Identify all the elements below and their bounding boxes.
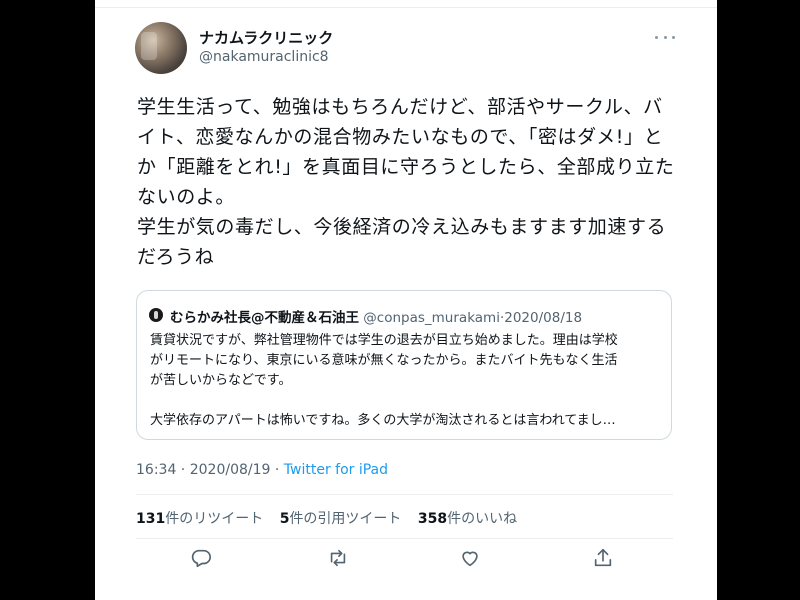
likes-stat[interactable]: 358件のいいね [418, 511, 517, 527]
share-button[interactable] [592, 547, 616, 571]
top-divider [95, 7, 717, 8]
tweet-text-line: イト、恋愛なんかの混合物みたいなもので、「密はダメ!」と [137, 126, 664, 148]
quoted-author-handle: @conpas_murakami [363, 310, 500, 326]
quoted-avatar [149, 308, 163, 322]
quotes-stat[interactable]: 5件の引用ツイート [280, 511, 402, 527]
quoted-text-line: がリモートになり、東京にいる意味が無くなったから。またバイト先もなく生活 [150, 353, 618, 368]
retweets-count: 131 [136, 511, 166, 527]
quoted-header: むらかみ社長@不動産＆石油王 @conpas_murakami·2020/08/… [170, 306, 582, 326]
likes-count: 358 [417, 511, 448, 527]
divider [136, 494, 673, 495]
reply-button[interactable] [190, 547, 214, 571]
tweet-text-line: 学生生活って、勉強はもちろんだけど、部活やサークル、バ [137, 96, 663, 118]
author-display-name[interactable]: ナカムラクリニック [199, 27, 333, 48]
quoted-author-name: むらかみ社長@不動産＆石油王 [170, 310, 359, 326]
tweet-card: ナカムラクリニック @nakamuraclinic8 学生生活って、勉強はもちろ… [95, 0, 717, 600]
meta-separator: · [270, 462, 284, 478]
tweet-date[interactable]: 2020/08/19 [190, 462, 271, 478]
tweet-text-line: ないのよ。 [137, 186, 236, 208]
avatar[interactable] [135, 22, 187, 74]
tweet-source-link[interactable]: Twitter for iPad [284, 462, 388, 478]
tweet-text-line: か「距離をとれ!」を真面目に守ろうとしたら、全部成り立た [137, 156, 675, 178]
quoted-date: 2020/08/18 [504, 310, 583, 326]
quotes-label: 件の引用ツイート [289, 511, 402, 527]
tweet-text-line: だろうね [137, 246, 215, 268]
share-icon [594, 548, 612, 567]
retweet-icon [330, 549, 346, 567]
quoted-tweet[interactable]: むらかみ社長@不動産＆石油王 @conpas_murakami·2020/08/… [136, 290, 672, 440]
tweet-text: 学生生活って、勉強はもちろんだけど、部活やサークル、バ イト、恋愛なんかの混合物… [137, 92, 677, 272]
retweets-label: 件のリツイート [165, 511, 264, 527]
reply-icon [191, 549, 211, 568]
quoted-text-line [150, 391, 662, 411]
quoted-text: 賃貸状況ですが、弊社管理物件では学生の退去が目立ち始めました。理由は学校 がリモ… [150, 331, 662, 431]
quoted-text-line: 賃貸状況ですが、弊社管理物件では学生の退去が目立ち始めました。理由は学校 [150, 333, 618, 348]
like-button[interactable] [459, 547, 483, 571]
engagement-stats: 131件のリツイート 5件の引用ツイート 358件のいいね [136, 508, 529, 528]
meta-separator: · [176, 462, 190, 478]
tweet-time[interactable]: 16:34 [136, 462, 176, 478]
divider [136, 538, 673, 539]
tweet-text-line: 学生が気の毒だし、今後経済の冷え込みもますます加速する [137, 216, 667, 238]
quoted-text-line: が苦しいからなどです。 [150, 373, 292, 388]
retweet-button[interactable] [327, 547, 351, 571]
likes-label: 件のいいね [447, 511, 518, 527]
like-icon [462, 551, 478, 567]
author-handle[interactable]: @nakamuraclinic8 [199, 49, 329, 65]
more-icon[interactable] [655, 30, 675, 44]
retweets-stat[interactable]: 131件のリツイート [136, 511, 263, 527]
tweet-meta: 16:34 · 2020/08/19 · Twitter for iPad [136, 462, 388, 478]
quoted-text-line: 大学依存のアパートは怖いですね。多くの大学が淘汰されるとは言われてまし… [150, 413, 616, 428]
quotes-count: 5 [279, 511, 290, 527]
